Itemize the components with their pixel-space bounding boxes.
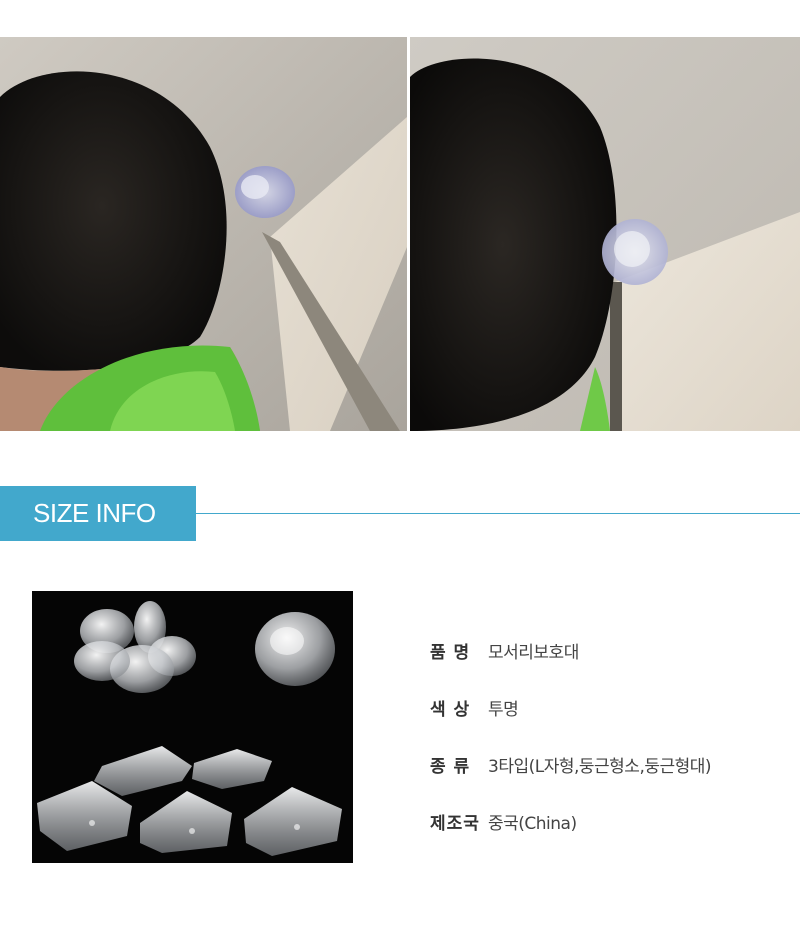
spec-value: 3타입(L자형,둥근형소,둥근형대) [488,757,712,777]
usage-photo-right [410,37,800,431]
size-info-tab: SIZE INFO [0,486,196,541]
spec-label: 종 류 [430,757,471,777]
usage-photo-left [0,37,407,431]
spec-label: 품 명 [430,643,471,663]
product-photo [32,591,353,863]
usage-photo-left-image [0,37,407,431]
spec-row-product-name: 품 명 모서리보호대 [430,638,790,695]
spec-value: 중국(China) [488,814,577,834]
usage-photo-right-image [410,37,800,431]
spec-row-type: 종 류 3타입(L자형,둥근형소,둥근형대) [430,752,790,809]
product-photo-image [32,591,353,863]
size-info-divider [196,513,800,514]
size-info-title: SIZE INFO [33,498,156,528]
spec-row-color: 색 상 투명 [430,695,790,752]
spec-list: 품 명 모서리보호대 색 상 투명 종 류 3타입(L자형,둥근형소,둥근형대)… [430,638,790,866]
spec-row-origin: 제조국 중국(China) [430,809,790,866]
spec-value: 투명 [488,700,519,720]
spec-label: 제조국 [430,814,480,834]
spec-value: 모서리보호대 [488,643,579,663]
spec-label: 색 상 [430,700,471,720]
